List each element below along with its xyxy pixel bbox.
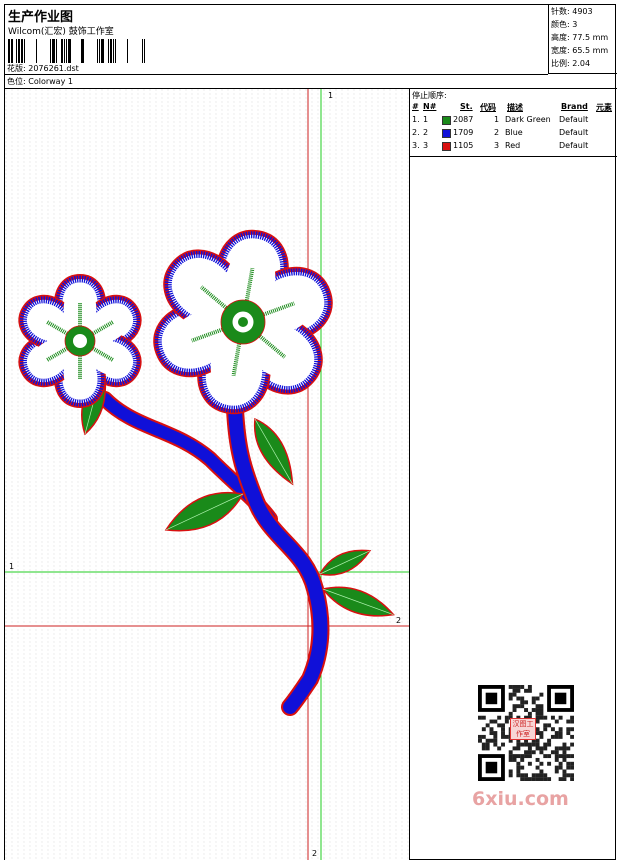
row-number: 1. xyxy=(412,115,420,124)
color-code: 3 xyxy=(494,141,500,150)
color-description: Blue xyxy=(505,128,523,137)
thread-brand: Default xyxy=(559,141,589,150)
design-file-name: 2076261.dst xyxy=(28,64,79,73)
header-divider xyxy=(5,74,548,75)
stop-sequence-table: # N# St. 代码 描述 Brand 元素 1. 1 2087 1 Dark Gre… xyxy=(410,101,617,153)
watermark-text: 6xiu.com xyxy=(472,788,569,810)
colorway-name: Colorway 1 xyxy=(28,77,73,86)
embroidery-design xyxy=(5,89,409,860)
stat-width: 宽度: 65.5 mm xyxy=(551,46,609,55)
small-flower xyxy=(18,273,142,409)
guide-label-right: 2 xyxy=(396,616,402,625)
column-header: 代码 xyxy=(480,103,496,112)
sheet-header: 生产作业图 Wilcom(汇宏) 鼓饰工作室 花版: 2076261.dst 色… xyxy=(5,5,617,89)
row-number: 3. xyxy=(412,141,420,150)
guide-label-left: 1 xyxy=(9,562,15,571)
guide-label-bottom: 2 xyxy=(312,849,318,858)
table-header: # N# St. 代码 描述 Brand 元素 xyxy=(410,101,617,114)
needle-number: 3 xyxy=(423,141,429,150)
fabric-background xyxy=(5,89,409,860)
stat-scale: 比例: 2.04 xyxy=(551,59,591,68)
company-name: Wilcom(汇宏) 鼓饰工作室 xyxy=(8,27,114,37)
column-header: St. xyxy=(460,102,473,111)
guide-label-top: 1 xyxy=(328,91,334,100)
stat-height: 高度: 77.5 mm xyxy=(551,33,609,42)
table-row: 2. 2 1709 2 Blue Default xyxy=(410,127,617,140)
color-code: 1 xyxy=(494,115,500,124)
stat-colors: 颜色: 3 xyxy=(551,20,578,29)
color-description: Dark Green xyxy=(505,115,551,124)
table-row: 1. 1 2087 1 Dark Green Default xyxy=(410,114,617,127)
design-file-line: 花版: 2076261.dst xyxy=(7,63,79,74)
stitch-count: 1709 xyxy=(453,128,474,137)
column-header: 描述 xyxy=(507,103,523,112)
column-header: 元素 xyxy=(596,103,612,112)
stitch-count: 2087 xyxy=(453,115,474,124)
stitch-count: 1105 xyxy=(453,141,474,150)
thread-brand: Default xyxy=(559,128,589,137)
column-header: # xyxy=(412,102,419,111)
needle-number: 1 xyxy=(423,115,429,124)
panel-divider xyxy=(410,156,617,157)
page-title: 生产作业图 xyxy=(8,10,74,25)
design-stats: 针数: 4903 颜色: 3 高度: 77.5 mm 宽度: 65.5 mm 比… xyxy=(548,5,617,74)
watermark-stamp: 汉图工作室 xyxy=(510,718,536,740)
color-code: 2 xyxy=(494,128,500,137)
column-header: N# xyxy=(423,102,437,111)
barcode-icon xyxy=(8,39,145,63)
color-description: Red xyxy=(505,141,521,150)
table-row: 3. 3 1105 3 Red Default xyxy=(410,140,617,153)
color-swatch xyxy=(442,116,451,125)
color-swatch xyxy=(442,142,451,151)
stat-stitches: 针数: 4903 xyxy=(551,7,593,16)
needle-number: 2 xyxy=(423,128,429,137)
watermark: 汉图工作室 6xiu.com xyxy=(468,680,584,820)
design-label: 花版: xyxy=(7,64,26,73)
color-swatch xyxy=(442,129,451,138)
embroidery-preview: 1 1 2 2 xyxy=(5,89,410,860)
colorway-line: 色位: Colorway 1 xyxy=(7,76,73,87)
column-header: Brand xyxy=(561,102,588,111)
panel-title: 停止顺序: xyxy=(412,91,447,100)
header-info: 生产作业图 Wilcom(汇宏) 鼓饰工作室 花版: 2076261.dst 色… xyxy=(5,5,548,89)
row-number: 2. xyxy=(412,128,420,137)
colorway-label: 色位: xyxy=(7,77,26,86)
thread-brand: Default xyxy=(559,115,589,124)
